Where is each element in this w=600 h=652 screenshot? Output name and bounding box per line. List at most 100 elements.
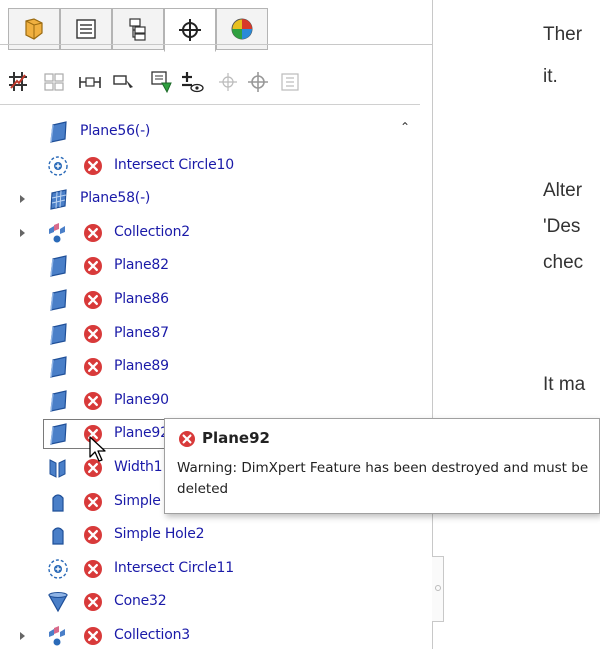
dimxpert-feature-tree: Plane56(-) Intersect Circle10 Plane58(-) Co… bbox=[0, 116, 420, 649]
copy-scheme-button[interactable] bbox=[214, 68, 242, 96]
tree-item-label: Width1 bbox=[114, 459, 163, 475]
error-icon bbox=[84, 593, 102, 612]
tree-item-label: Plane89 bbox=[114, 358, 169, 375]
tts-import-icon bbox=[248, 72, 268, 92]
collection-icon bbox=[49, 222, 65, 243]
dimxpert-manager-panel: ⌃ Plane56(-) Intersect Circle10 Plane58(-)… bbox=[0, 0, 433, 649]
auto-dimension-scheme-button[interactable] bbox=[4, 68, 32, 96]
basic-size-dimension-button[interactable] bbox=[110, 68, 138, 96]
plane-icon bbox=[50, 423, 67, 446]
datum-button[interactable] bbox=[148, 68, 176, 96]
simple-hole-icon bbox=[52, 494, 64, 512]
tree-item-label: Simple Hole2 bbox=[114, 526, 205, 543]
delete-all-tolerances-icon bbox=[281, 73, 299, 91]
plane-icon bbox=[50, 356, 67, 378]
background-text-line: chec bbox=[543, 252, 584, 273]
toolbar-separator bbox=[0, 104, 420, 105]
tree-item[interactable]: Plane89 bbox=[0, 351, 420, 383]
tree-item-label: Collection2 bbox=[114, 223, 190, 240]
propertymanager-icon bbox=[76, 19, 96, 39]
tree-item[interactable]: Plane82 bbox=[0, 250, 420, 282]
basic-size-dimension-icon bbox=[113, 75, 133, 88]
error-icon bbox=[84, 391, 102, 410]
cone-icon bbox=[48, 592, 68, 613]
tree-item-label: Plane87 bbox=[114, 324, 169, 341]
tree-item[interactable]: Intersect Circle11 bbox=[0, 553, 420, 585]
background-text-line: it. bbox=[543, 66, 558, 87]
tree-item[interactable]: Collection3 bbox=[0, 620, 420, 652]
dimxpert-toolbar bbox=[0, 62, 432, 104]
error-icon bbox=[84, 257, 102, 276]
panel-resize-handle[interactable] bbox=[432, 556, 444, 622]
error-icon bbox=[84, 492, 102, 511]
display-manager-icon bbox=[231, 18, 253, 40]
tree-item-label: Collection3 bbox=[114, 627, 190, 643]
tree-item[interactable]: Cone32 bbox=[0, 586, 420, 618]
basic-location-dimension-icon bbox=[79, 77, 101, 88]
simple-hole-icon bbox=[52, 527, 64, 545]
tree-item[interactable]: Plane56(-) bbox=[0, 116, 420, 148]
auto-dimension-scheme-icon bbox=[9, 72, 27, 91]
error-icon bbox=[84, 526, 102, 545]
error-icon bbox=[84, 291, 102, 309]
tree-item-label: Plane56(-) bbox=[80, 123, 151, 139]
intersect-circle-icon bbox=[48, 155, 68, 176]
grip-dot-icon bbox=[435, 585, 441, 591]
tree-item[interactable]: Plane90 bbox=[0, 385, 420, 417]
tree-item[interactable]: Simple Hole2 bbox=[0, 519, 420, 551]
expand-arrow-icon[interactable] bbox=[18, 193, 28, 205]
background-text-line: It ma bbox=[543, 374, 586, 395]
tab-separator bbox=[0, 44, 432, 45]
error-icon bbox=[84, 223, 102, 242]
plane-icon bbox=[50, 255, 67, 278]
feature-tooltip: Plane92 Warning: DimXpert Feature has be… bbox=[164, 418, 600, 514]
tooltip-message: Warning: DimXpert Feature has been destr… bbox=[177, 460, 589, 497]
featuremanager-icon bbox=[25, 18, 43, 40]
tree-item-label: Plane82 bbox=[114, 257, 169, 274]
plane-icon bbox=[50, 289, 67, 311]
dimxpert-manager-icon bbox=[179, 19, 201, 41]
tts-import-button[interactable] bbox=[244, 68, 272, 96]
plane-pattern-icon bbox=[50, 189, 67, 210]
plane-icon bbox=[50, 322, 67, 345]
tree-item[interactable]: Intersect Circle10 bbox=[0, 150, 420, 182]
tree-item[interactable]: Plane87 bbox=[0, 318, 420, 350]
tooltip-title: Plane92 bbox=[202, 429, 270, 447]
error-icon bbox=[84, 358, 102, 377]
configurationmanager-icon bbox=[129, 18, 146, 41]
error-icon bbox=[84, 627, 102, 645]
tree-item[interactable]: Plane86 bbox=[0, 284, 420, 316]
manager-tabs bbox=[8, 8, 312, 52]
tree-item-label: Plane92 bbox=[114, 425, 169, 442]
show-tolerance-status-button[interactable] bbox=[178, 68, 206, 96]
tree-item[interactable]: Collection2 bbox=[0, 217, 420, 249]
tree-item-label: Intersect Circle10 bbox=[114, 156, 234, 173]
error-icon bbox=[179, 431, 195, 447]
expand-arrow-icon[interactable] bbox=[18, 227, 28, 239]
tree-item-label: Plane90 bbox=[114, 391, 169, 408]
error-icon bbox=[84, 156, 102, 175]
tab-dimxpert-manager[interactable] bbox=[164, 8, 216, 52]
intersect-circle-icon bbox=[48, 559, 68, 579]
width-icon bbox=[49, 459, 66, 478]
tree-item-label: Intersect Circle11 bbox=[114, 559, 234, 576]
expand-arrow-icon[interactable] bbox=[18, 630, 28, 642]
auto-pair-tolerance-icon bbox=[44, 73, 64, 91]
delete-all-tolerances-button[interactable] bbox=[276, 68, 304, 96]
plane-icon bbox=[50, 121, 67, 143]
error-icon bbox=[84, 559, 102, 578]
tree-item-label: Cone32 bbox=[114, 593, 167, 610]
show-tolerance-status-icon bbox=[182, 72, 204, 93]
error-icon bbox=[84, 324, 102, 343]
tree-item[interactable]: Plane58(-) bbox=[0, 183, 420, 215]
auto-pair-tolerance-button[interactable] bbox=[40, 68, 68, 96]
datum-icon bbox=[151, 71, 172, 94]
mouse-pointer-icon bbox=[89, 436, 106, 462]
tree-item-label: Plane58(-) bbox=[80, 190, 151, 207]
tree-item-label: Plane86 bbox=[114, 291, 169, 307]
background-text-line: Alter bbox=[543, 180, 583, 201]
background-text-line: 'Des bbox=[543, 216, 581, 237]
background-text-line: Ther bbox=[543, 24, 583, 45]
plane-icon bbox=[50, 390, 67, 412]
basic-location-dimension-button[interactable] bbox=[76, 68, 104, 96]
